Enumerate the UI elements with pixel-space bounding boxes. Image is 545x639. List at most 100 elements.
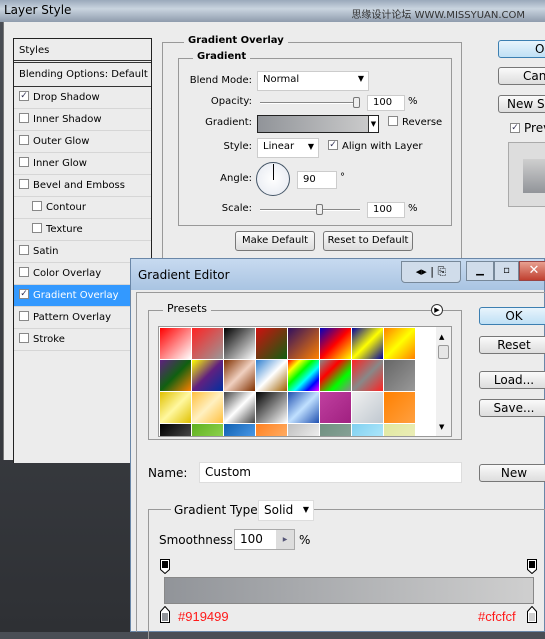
preset-swatch[interactable] (384, 392, 415, 423)
preset-swatch[interactable] (256, 392, 287, 423)
preview-checkbox[interactable]: ✓ Preview (510, 121, 545, 135)
preset-swatch[interactable] (288, 424, 319, 436)
style-item-contour[interactable]: Contour (14, 197, 151, 219)
preset-swatch[interactable] (320, 328, 351, 359)
color-stop-left[interactable] (160, 605, 170, 623)
checkbox[interactable] (19, 113, 29, 123)
preset-swatch[interactable] (384, 424, 415, 436)
opacity-slider-thumb[interactable] (353, 97, 360, 108)
preset-swatch[interactable] (256, 424, 287, 436)
style-item-inner-shadow[interactable]: Inner Shadow (14, 109, 151, 131)
preset-swatch[interactable] (192, 424, 223, 436)
load-button[interactable]: Load... (479, 371, 545, 389)
presets-scrollbar[interactable]: ▲ ▼ (436, 327, 451, 436)
style-item-inner-glow[interactable]: Inner Glow (14, 153, 151, 175)
color-stop-right[interactable] (527, 605, 537, 623)
preset-swatch[interactable] (160, 360, 191, 391)
editor-reset-button[interactable]: Reset (479, 336, 545, 354)
preset-swatch[interactable] (384, 328, 415, 359)
preset-swatch[interactable] (256, 328, 287, 359)
checkbox-checked[interactable]: ✓ (328, 140, 338, 150)
stepper-arrow-icon[interactable]: ▶ (276, 530, 294, 549)
style-item-drop-shadow[interactable]: ✓ Drop Shadow (14, 87, 151, 109)
style-select[interactable]: Linear ▼ (257, 138, 319, 158)
new-style-button[interactable]: New Style... (498, 95, 545, 113)
preset-swatch[interactable] (320, 424, 351, 436)
scale-input[interactable]: 100 (367, 202, 405, 218)
checkbox-checked[interactable]: ✓ (19, 289, 29, 299)
preset-swatch[interactable] (160, 424, 191, 436)
arrows-icon[interactable]: ◂▸ (416, 265, 427, 278)
opacity-slider[interactable] (260, 102, 360, 104)
close-button[interactable]: ✕ (519, 261, 545, 281)
preset-swatch[interactable] (192, 360, 223, 391)
scale-slider[interactable] (260, 209, 360, 211)
checkbox-checked[interactable]: ✓ (510, 122, 520, 133)
checkbox[interactable] (19, 333, 29, 343)
checkbox[interactable] (32, 223, 42, 233)
preset-swatch[interactable] (160, 392, 191, 423)
reset-to-default-button[interactable]: Reset to Default (323, 231, 413, 251)
checkbox[interactable] (19, 245, 29, 255)
smoothness-input[interactable]: 100 ▶ (234, 529, 295, 550)
name-input[interactable]: Custom (199, 462, 462, 483)
checkbox[interactable] (19, 311, 29, 321)
preset-swatch[interactable] (160, 328, 191, 359)
scale-slider-thumb[interactable] (316, 204, 323, 215)
preset-swatch[interactable] (352, 328, 383, 359)
scroll-thumb[interactable] (438, 345, 449, 359)
editor-ok-button[interactable]: OK (479, 307, 545, 325)
preset-swatch[interactable] (192, 328, 223, 359)
preset-swatch[interactable] (384, 360, 415, 391)
opacity-input[interactable]: 100 (367, 95, 405, 111)
cancel-button[interactable]: Cancel (498, 67, 545, 85)
style-item-bevel-and-emboss[interactable]: Bevel and Emboss (14, 175, 151, 197)
new-button[interactable]: New (479, 464, 545, 482)
blending-options[interactable]: Blending Options: Default (14, 64, 151, 87)
preset-swatch[interactable] (352, 392, 383, 423)
preset-swatch[interactable] (224, 328, 255, 359)
preset-swatch[interactable] (352, 424, 383, 436)
preset-swatch[interactable] (352, 360, 383, 391)
checkbox[interactable] (32, 201, 42, 211)
preset-swatch[interactable] (224, 424, 255, 436)
minimize-button[interactable]: ▁ (466, 261, 494, 281)
preset-swatch[interactable] (256, 360, 287, 391)
align-with-layer-checkbox[interactable]: ✓ Align with Layer (328, 140, 423, 152)
preset-swatch[interactable] (288, 328, 319, 359)
opacity-stop-left[interactable] (160, 559, 170, 575)
style-item-outer-glow[interactable]: Outer Glow (14, 131, 151, 153)
chevron-down-icon[interactable]: ▼ (368, 116, 378, 132)
preset-swatch[interactable] (288, 392, 319, 423)
blend-mode-select[interactable]: Normal ▼ (257, 71, 369, 91)
gradient-preview-bar[interactable] (164, 577, 534, 604)
save-button[interactable]: Save... (479, 399, 545, 417)
maximize-button[interactable]: ▫ (494, 261, 519, 281)
preset-swatch[interactable] (320, 392, 351, 423)
preset-swatch[interactable] (224, 392, 255, 423)
ok-button[interactable]: OK (498, 40, 545, 58)
gradient-type-select[interactable]: Solid ▼ (258, 500, 314, 521)
styles-header[interactable]: Styles (14, 39, 151, 63)
checkbox[interactable] (19, 179, 29, 189)
checkbox[interactable] (19, 135, 29, 145)
opacity-stop-right[interactable] (527, 559, 537, 575)
scroll-up-icon[interactable]: ▲ (439, 333, 444, 341)
preset-swatch[interactable] (192, 392, 223, 423)
presets-menu-icon[interactable]: ▶ (431, 304, 443, 316)
export-icon[interactable]: ⎘ (437, 265, 446, 278)
angle-input[interactable]: 90 (297, 171, 337, 189)
reverse-checkbox[interactable]: Reverse (388, 116, 442, 128)
checkbox[interactable] (19, 157, 29, 167)
preset-swatch[interactable] (320, 360, 351, 391)
preset-swatch[interactable] (224, 360, 255, 391)
style-item-texture[interactable]: Texture (14, 219, 151, 241)
checkbox-checked[interactable]: ✓ (19, 91, 29, 101)
angle-dial[interactable] (256, 162, 290, 196)
preset-swatch[interactable] (288, 360, 319, 391)
checkbox[interactable] (19, 267, 29, 277)
gradient-picker[interactable]: ▼ (257, 115, 379, 133)
scroll-down-icon[interactable]: ▼ (439, 423, 444, 431)
make-default-button[interactable]: Make Default (235, 231, 315, 251)
checkbox[interactable] (388, 116, 398, 126)
